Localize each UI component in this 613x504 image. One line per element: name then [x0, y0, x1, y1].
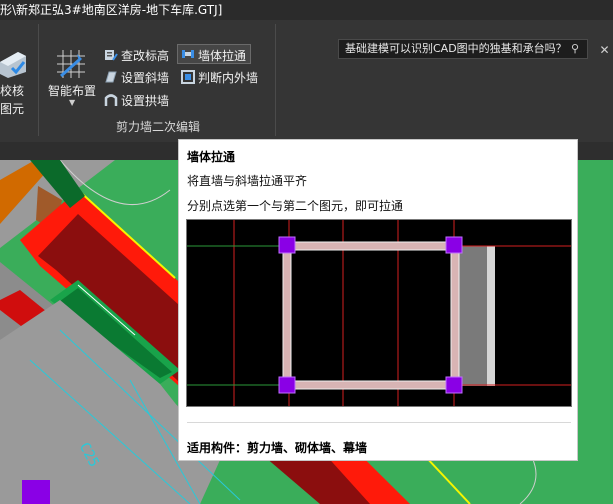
search-input[interactable]: 基础建模可以识别CAD图中的独基和承台吗？ — [338, 39, 588, 59]
tooltip-description: 将直墙与斜墙拉通平齐 — [187, 174, 308, 188]
set-arch-wall-button[interactable]: 设置拱墙 — [121, 92, 169, 109]
smart-layout-button[interactable]: 智能布置 — [48, 82, 96, 99]
tooltip-title: 墙体拉通 — [187, 150, 236, 164]
window-title: 形\新郑正弘3#地南区洋房-地下车库.GTJ] — [0, 3, 223, 17]
wall-extend-preview — [187, 220, 571, 406]
tooltip-preview-image — [186, 219, 572, 407]
window-title-bar: 形\新郑正弘3#地南区洋房-地下车库.GTJ] — [0, 0, 613, 20]
tooltip-instruction: 分别点选第一个与第二个图元，即可拉通 — [187, 199, 404, 213]
wall-extend-icon — [182, 50, 194, 58]
check-elements-icon[interactable] — [0, 44, 28, 80]
judge-inner-outer-wall-icon[interactable] — [181, 70, 195, 84]
set-slope-wall-icon[interactable] — [104, 70, 118, 84]
set-arch-wall-icon[interactable] — [104, 93, 118, 107]
close-icon[interactable]: ✕ — [596, 40, 613, 60]
tooltip-applicable-elements: 适用构件：剪力墙、砌体墙、幕墙 — [187, 441, 368, 455]
set-slope-wall-button[interactable]: 设置斜墙 — [121, 69, 169, 86]
tooltip-divider — [187, 422, 571, 423]
chevron-down-icon[interactable]: ▼ — [69, 98, 75, 107]
ribbon-separator — [275, 24, 276, 136]
wall-extend-label: 墙体拉通 — [198, 49, 247, 63]
edit-elevation-icon[interactable] — [104, 48, 118, 62]
judge-inner-outer-wall-button[interactable]: 判断内外墙 — [198, 69, 258, 86]
command-tooltip: 墙体拉通 将直墙与斜墙拉通平齐 分别点选第一个与第二个图元，即可拉通 适用构件：… — [178, 139, 578, 461]
check-button-label-2[interactable]: 图元 — [0, 100, 24, 117]
edit-elevation-button[interactable]: 查改标高 — [121, 47, 169, 64]
smart-layout-icon[interactable] — [53, 48, 89, 80]
ribbon-separator — [38, 24, 39, 136]
ribbon-group-label: 剪力墙二次编辑 — [116, 120, 201, 134]
ribbon: 基础建模可以识别CAD图中的独基和承台吗？ ⚲ ✕ 校核 图元 智能布置 ▼ 查… — [0, 20, 613, 142]
search-icon[interactable]: ⚲ — [567, 41, 583, 57]
check-button-label-1[interactable]: 校核 — [0, 82, 24, 99]
